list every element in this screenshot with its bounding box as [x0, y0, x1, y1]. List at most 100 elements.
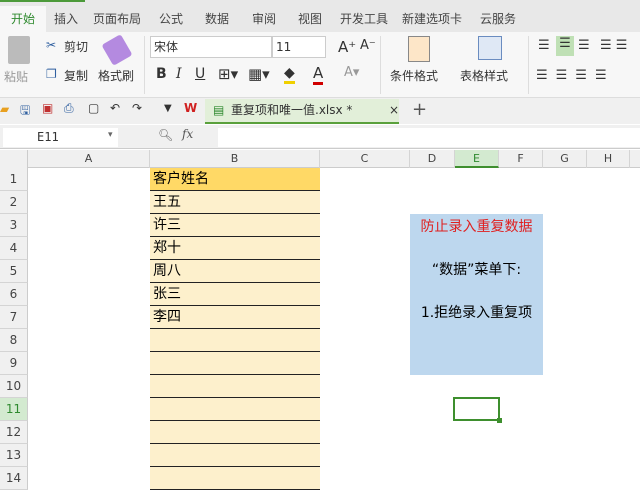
cut-button[interactable]: 剪切 [64, 38, 88, 55]
new-tab-button[interactable]: + [412, 99, 427, 120]
tab-5[interactable]: 审阅 [240, 6, 288, 32]
cell-b5[interactable]: 周八 [150, 260, 320, 283]
ribbon-toolbar: 粘贴 ✂ 剪切 ❐ 复制 格式刷 宋体 11 A⁺ A⁻ B I U ⊞▾ ▦▾… [0, 32, 640, 98]
align-top-icon[interactable]: ☰ [538, 38, 550, 53]
cell-b9[interactable] [150, 352, 320, 375]
tab-7[interactable]: 开发工具 [332, 6, 396, 32]
select-all-corner[interactable] [0, 150, 28, 168]
column-header-D[interactable]: D [410, 150, 455, 168]
column-header-G[interactable]: G [543, 150, 587, 168]
conditional-format-icon [408, 36, 430, 62]
document-tab-title: 重复项和唯一值.xlsx * [231, 103, 353, 117]
cell-b6[interactable]: 张三 [150, 283, 320, 306]
cell-style-icon[interactable]: ▦▾ [248, 65, 270, 83]
selected-cell-e11[interactable] [453, 397, 502, 423]
column-header-A[interactable]: A [28, 150, 150, 168]
formula-input[interactable] [218, 128, 640, 147]
cell-b13[interactable] [150, 444, 320, 467]
row-header-9[interactable]: 9 [0, 352, 28, 375]
zoom-formula-icon[interactable]: 🔍︎ [158, 128, 173, 142]
row-header-2[interactable]: 2 [0, 191, 28, 214]
note-line-1: “数据”菜单下: [431, 262, 522, 278]
cell-b10[interactable] [150, 375, 320, 398]
font-name-select[interactable]: 宋体 [150, 36, 272, 58]
horizontal-align-icons[interactable]: ☰☰☰☰ [536, 68, 615, 83]
tab-6[interactable]: 视图 [288, 6, 332, 32]
tab-4[interactable]: 数据 [194, 6, 240, 32]
underline-button[interactable]: U [195, 66, 205, 82]
decrease-font-icon[interactable]: A⁻ [360, 38, 376, 53]
copy-button[interactable]: 复制 [64, 67, 88, 84]
tab-2[interactable]: 页面布局 [86, 6, 148, 32]
save-icon[interactable]: 🖫 [20, 101, 30, 122]
open-icon[interactable]: ▰ [0, 102, 9, 116]
print-preview-icon[interactable]: ▢ [88, 101, 99, 115]
tab-1[interactable]: 插入 [46, 6, 86, 32]
clear-format-icon[interactable]: A▾ [344, 65, 359, 80]
document-tab[interactable]: ▤ 重复项和唯一值.xlsx * × [205, 99, 399, 124]
row-header-4[interactable]: 4 [0, 237, 28, 260]
row-header-14[interactable]: 14 [0, 467, 28, 490]
row-header-8[interactable]: 8 [0, 329, 28, 352]
name-box[interactable]: E11 [3, 128, 118, 147]
tab-8[interactable]: 新建选项卡 [396, 6, 468, 32]
cell-b12[interactable] [150, 421, 320, 444]
name-box-dropdown-icon[interactable]: ▾ [108, 130, 113, 140]
print-icon[interactable]: ⎙ [64, 101, 74, 116]
indent-icon[interactable]: ☰ ☰ [600, 38, 627, 53]
row-header-11[interactable]: 11 [0, 398, 28, 421]
undo-icon[interactable]: ↶ [110, 101, 120, 115]
font-color-icon[interactable]: A [313, 64, 324, 85]
column-header-B[interactable]: B [150, 150, 320, 168]
cell-b1[interactable]: 客户姓名 [150, 168, 320, 191]
table-style-icon [478, 36, 502, 60]
cell-b4[interactable]: 郑十 [150, 237, 320, 260]
column-header-F[interactable]: F [499, 150, 543, 168]
export-pdf-icon[interactable]: ▣ [42, 101, 53, 115]
align-middle-icon[interactable]: ☰ [556, 36, 574, 56]
align-bottom-icon[interactable]: ☰ [578, 38, 590, 53]
row-header-6[interactable]: 6 [0, 283, 28, 306]
note-title: 防止录入重复数据 [420, 219, 533, 235]
wps-logo-icon: W [184, 101, 198, 115]
font-size-select[interactable]: 11 [272, 36, 326, 58]
format-painter-button[interactable]: 格式刷 [98, 67, 134, 84]
customize-dropdown-icon[interactable]: ▼ [164, 103, 172, 114]
note-line-2: 1.拒绝录入重复项 [420, 305, 533, 321]
bold-button[interactable]: B [156, 66, 167, 82]
row-header-1[interactable]: 1 [0, 168, 28, 191]
row-header-5[interactable]: 5 [0, 260, 28, 283]
table-style-button[interactable]: 表格样式 [460, 67, 508, 84]
row-header-7[interactable]: 7 [0, 306, 28, 329]
cell-b3[interactable]: 许三 [150, 214, 320, 237]
column-header-H[interactable]: H [587, 150, 630, 168]
cell-b8[interactable] [150, 329, 320, 352]
copy-icon: ❐ [46, 67, 57, 81]
tab-3[interactable]: 公式 [148, 6, 194, 32]
redo-icon[interactable]: ↷ [132, 101, 142, 115]
row-header-12[interactable]: 12 [0, 421, 28, 444]
row-header-10[interactable]: 10 [0, 375, 28, 398]
paste-icon[interactable] [8, 36, 30, 64]
xlsx-file-icon: ▤ [213, 103, 225, 117]
row-header-3[interactable]: 3 [0, 214, 28, 237]
increase-font-icon[interactable]: A⁺ [338, 38, 356, 56]
border-icon[interactable]: ⊞▾ [218, 65, 238, 83]
tab-0[interactable]: 开始 [0, 6, 46, 32]
cell-b7[interactable]: 李四 [150, 306, 320, 329]
cell-b14[interactable] [150, 467, 320, 490]
column-header-C[interactable]: C [320, 150, 410, 168]
paste-button[interactable]: 粘贴 [4, 68, 28, 85]
cell-b11[interactable] [150, 398, 320, 421]
close-tab-icon[interactable]: × [389, 99, 399, 122]
insert-function-button[interactable]: fx [182, 127, 193, 141]
row-header-13[interactable]: 13 [0, 444, 28, 467]
column-header-E[interactable]: E [455, 150, 499, 168]
cell-b2[interactable]: 王五 [150, 191, 320, 214]
fill-color-icon[interactable]: ◆ [284, 65, 295, 84]
tab-9[interactable]: 云服务 [468, 6, 528, 32]
format-painter-icon [101, 34, 133, 66]
note-box: 防止录入重复数据 “数据”菜单下: 1.拒绝录入重复项 [410, 214, 543, 375]
italic-button[interactable]: I [176, 66, 182, 82]
conditional-format-button[interactable]: 条件格式 [390, 67, 438, 84]
